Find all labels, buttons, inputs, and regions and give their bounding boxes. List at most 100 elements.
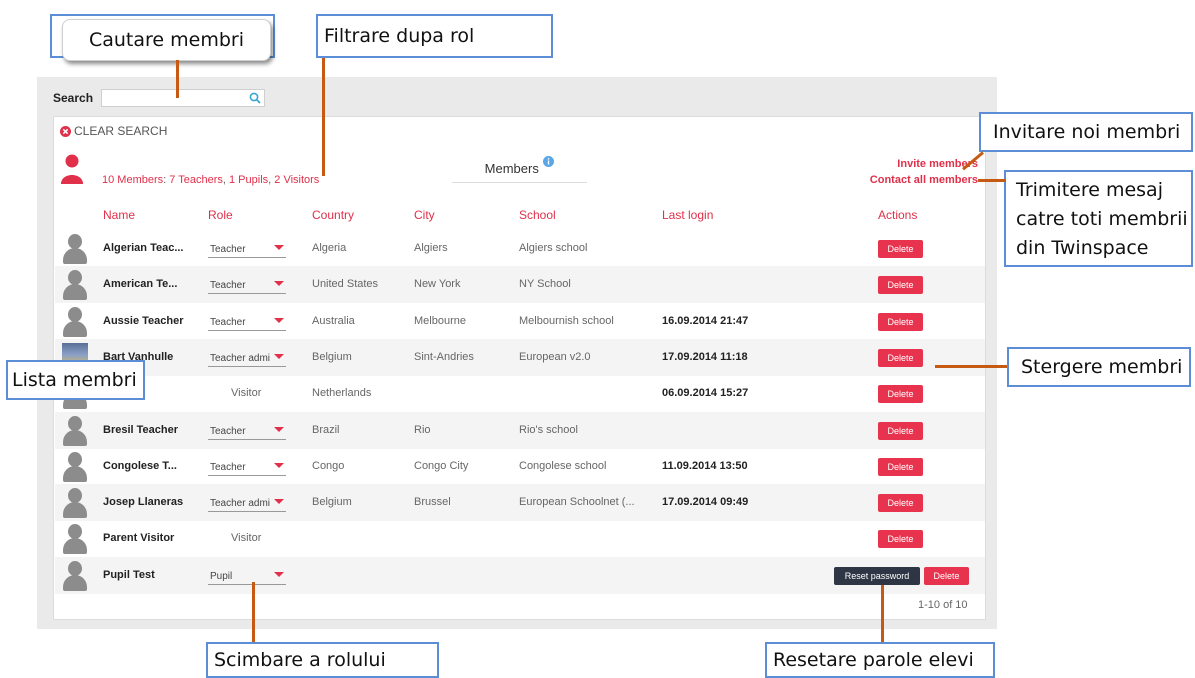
caret-down-icon xyxy=(274,245,284,250)
column-header-name[interactable]: Name xyxy=(103,208,135,222)
role-select-value: Teacher xyxy=(210,280,246,292)
table-row: Pupil Test Pupil Reset password Delete xyxy=(55,556,985,594)
clear-search-link[interactable]: CLEAR SEARCH xyxy=(60,124,167,138)
member-city: Sint-Andries xyxy=(414,350,474,363)
member-name[interactable]: Algerian Teac... xyxy=(103,242,184,254)
member-school: NY School xyxy=(519,278,571,291)
delete-button[interactable]: Delete xyxy=(878,240,923,258)
members-title: Members xyxy=(452,156,587,183)
close-circle-icon xyxy=(60,125,71,137)
role-select-value: Teacher admi xyxy=(210,352,271,364)
member-last-login: 11.09.2014 13:50 xyxy=(662,459,748,472)
caret-down-icon xyxy=(274,317,284,323)
table-row: Bresil Teacher Teacher Brazil Rio Rio's scho… xyxy=(55,411,985,449)
avatar xyxy=(62,451,88,482)
avatar xyxy=(62,488,88,519)
delete-button[interactable]: Delete xyxy=(878,385,923,404)
member-country: Australia xyxy=(312,314,355,327)
member-school: European v2.0 xyxy=(519,350,591,363)
member-summary: 10 Members: 7 Teachers, 1 Pupils, 2 Visi… xyxy=(102,174,319,186)
caret-down-icon xyxy=(274,426,284,432)
search-input[interactable] xyxy=(101,89,265,107)
table-row: Algerian Teac... Teacher Algeria Algiers Alg… xyxy=(55,230,985,267)
member-name[interactable]: Parent Visitor xyxy=(103,532,174,544)
member-name[interactable]: Bresil Teacher xyxy=(103,424,178,436)
member-country: Netherlands xyxy=(312,387,372,400)
avatar xyxy=(62,270,88,301)
role-select-value: Pupil xyxy=(210,570,233,582)
search-icon[interactable] xyxy=(249,92,261,104)
members-title-text: Members xyxy=(484,161,539,176)
clear-search-label: CLEAR SEARCH xyxy=(74,124,168,138)
member-name[interactable]: Pupil Test xyxy=(103,569,155,581)
callout-change-role: Scimbare a rolului xyxy=(206,642,439,678)
table-row: Josep Llaneras Teacher admi Belgium Brussel… xyxy=(55,484,985,522)
member-city: Brussel xyxy=(414,496,451,509)
member-name[interactable]: American Te... xyxy=(103,278,177,290)
role-select-value: Teacher xyxy=(210,461,246,473)
member-last-login: 17.09.2014 11:18 xyxy=(662,350,748,363)
column-header-last-login[interactable]: Last login xyxy=(662,208,713,222)
role-select-value: Teacher xyxy=(210,244,246,255)
member-school: Melbournish school xyxy=(519,314,614,327)
role-select[interactable]: Pupil xyxy=(208,570,286,585)
delete-button[interactable]: Delete xyxy=(924,566,969,585)
delete-button[interactable]: Delete xyxy=(878,348,923,367)
callout-role-filter: Filtrare dupa rol xyxy=(316,14,553,58)
role-select-value: Teacher xyxy=(210,316,246,328)
caret-down-icon xyxy=(274,499,284,505)
delete-button[interactable]: Delete xyxy=(878,421,923,440)
summary-pupils-filter[interactable]: 1 Pupils xyxy=(229,174,268,186)
member-last-login: 16.09.2014 21:47 xyxy=(662,314,749,327)
role-select[interactable]: Teacher admi xyxy=(208,352,286,367)
callout-search: Cautare membri xyxy=(62,19,271,61)
member-school: Algiers school xyxy=(519,242,588,254)
avatar xyxy=(62,415,88,446)
column-header-role[interactable]: Role xyxy=(208,208,233,222)
search-label: Search xyxy=(53,91,94,105)
leader-delete-members xyxy=(935,365,1007,368)
delete-button[interactable]: Delete xyxy=(878,530,923,549)
avatar xyxy=(62,524,88,555)
role-select[interactable]: Teacher xyxy=(208,425,286,440)
role-select[interactable]: Teacher xyxy=(208,316,286,331)
member-country: Belgium xyxy=(312,496,352,509)
delete-button[interactable]: Delete xyxy=(878,457,923,476)
member-country: Congo xyxy=(312,459,345,472)
callout-delete-members: Stergere membri xyxy=(1007,347,1191,387)
role-select[interactable]: Teacher xyxy=(208,243,286,258)
avatar xyxy=(62,234,88,264)
leader-search xyxy=(176,60,179,98)
contact-all-members-link[interactable]: Contact all members xyxy=(870,174,978,186)
reset-password-button[interactable]: Reset password xyxy=(834,566,920,585)
member-name[interactable]: Congolese T... xyxy=(103,460,177,472)
member-last-login: 06.09.2014 15:27 xyxy=(662,387,749,400)
info-icon[interactable] xyxy=(543,156,555,167)
column-header-school[interactable]: School xyxy=(519,208,556,222)
role-label: Visitor xyxy=(231,532,262,545)
member-country: Algeria xyxy=(312,242,347,254)
member-school: European Schoolnet (... xyxy=(519,496,635,509)
delete-button[interactable]: Delete xyxy=(878,276,923,295)
role-select[interactable]: Teacher admi xyxy=(208,497,286,513)
summary-teachers-filter[interactable]: 7 Teachers xyxy=(169,174,223,186)
pagination: 1-10 of 10 xyxy=(918,599,968,611)
delete-button[interactable]: Delete xyxy=(878,312,923,331)
member-school: Rio's school xyxy=(519,423,578,436)
column-header-country[interactable]: Country xyxy=(312,208,354,222)
member-country: United States xyxy=(312,278,379,291)
column-header-city[interactable]: City xyxy=(414,208,435,222)
table-row: Aussie Teacher Teacher Australia Melbourne M… xyxy=(55,303,985,340)
member-city: Melbourne xyxy=(414,314,466,327)
member-name[interactable]: Josep Llaneras xyxy=(103,496,183,508)
delete-button[interactable]: Delete xyxy=(878,494,923,513)
role-select[interactable]: Teacher xyxy=(208,461,286,476)
avatar xyxy=(62,306,88,337)
table-row: American Te... Teacher United States New Yo… xyxy=(55,266,985,304)
role-select[interactable]: Teacher xyxy=(208,279,286,295)
member-name[interactable]: Aussie Teacher xyxy=(103,315,184,327)
summary-visitors-filter[interactable]: 2 Visitors xyxy=(274,174,319,186)
column-header-actions: Actions xyxy=(878,208,918,222)
leader-role-filter xyxy=(322,58,325,176)
role-label: Visitor xyxy=(231,387,262,400)
